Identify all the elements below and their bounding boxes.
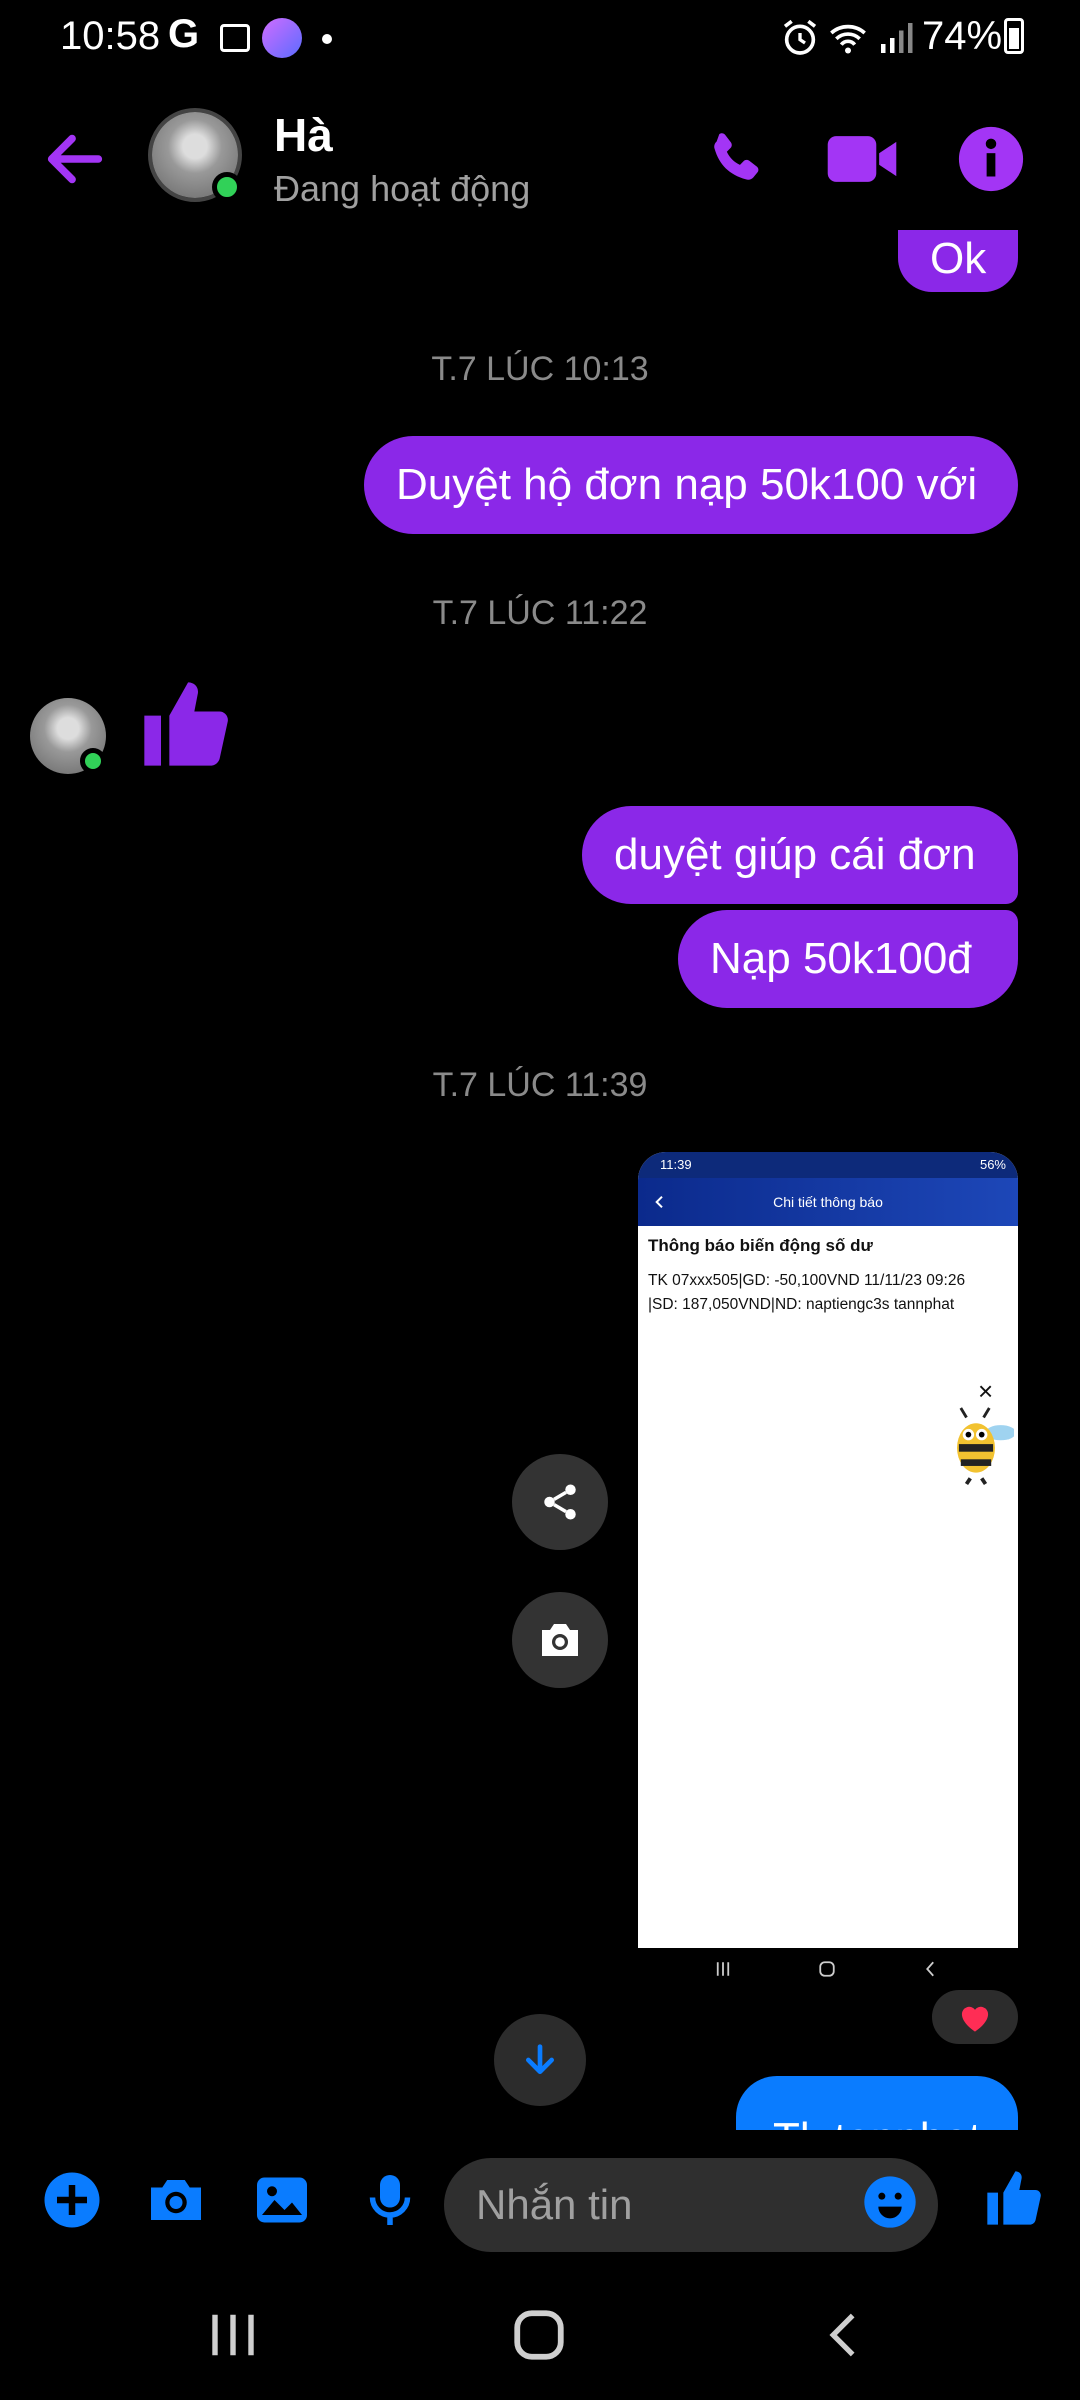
message-text: duyệt giúp cái đơn [614,830,976,879]
gallery-notification-icon [220,24,250,52]
home-icon[interactable] [510,2306,568,2364]
message-text: Nạp 50k100đ [710,934,972,983]
wifi-icon [830,24,866,54]
share-button[interactable] [512,1454,608,1550]
battery-icon [1004,18,1024,54]
status-time: 10:58 [60,14,161,58]
message-bubble-sent[interactable]: duyệt giúp cái đơn [582,806,1018,904]
message-bubble-sent[interactable]: Ok [898,230,1018,292]
back-icon [926,1961,934,1977]
status-bar: 10:58 G 74% [0,0,1080,80]
message-bubble-sent[interactable]: Duyệt hộ đơn nạp 50k100 với [364,436,1018,534]
notification-line: TK 07xxx505|GD: -50,100VND 11/11/23 09:2… [648,1272,966,1289]
timestamp: T.7 LÚC 11:22 [432,594,648,632]
contact-name[interactable]: Hà [274,108,333,162]
contact-status: Đang hoạt động [274,168,531,209]
image-attachment[interactable]: 11:39 56% Chi tiết thông báo Thông báo b… [638,1152,1018,1948]
battery-percent: 74% [922,14,1003,58]
screenshot-time: 11:39 [660,1157,692,1172]
phone-icon[interactable] [700,124,770,194]
message-composer [0,2130,1080,2260]
alarm-icon [783,19,817,55]
timestamp: T.7 LÚC 11:39 [432,1066,648,1104]
camera-icon[interactable] [146,2170,206,2230]
screenshot-nav-bar [638,1948,1018,1990]
back-icon[interactable] [818,2308,870,2362]
video-camera-icon[interactable] [822,124,902,194]
arrow-down-icon [526,2044,554,2074]
home-icon [819,1961,835,1977]
screenshot-header: Chi tiết thông báo [638,1178,1018,1226]
signal-icon [881,23,913,53]
app-notification-icon [262,18,302,58]
message-text: Ok [930,234,987,283]
scroll-to-bottom-button[interactable] [494,2014,586,2106]
timestamp: T.7 LÚC 10:13 [431,350,649,388]
google-notification-icon: G [168,12,200,56]
more-notifications-icon [322,34,332,44]
chat-header: Hà Đang hoạt động [0,80,1080,230]
microphone-icon[interactable] [360,2170,420,2230]
bee-mascot-icon [957,1407,1014,1486]
online-indicator [212,172,242,202]
camera-button[interactable] [512,1592,608,1688]
system-nav-bar [0,2260,1080,2400]
screenshot-body: Thông báo biến động số dư TK 07xxx505|GD… [638,1226,1018,1948]
screenshot-battery: 56% [979,1157,1006,1172]
camera-icon [542,1624,578,1656]
plus-icon[interactable] [42,2170,102,2230]
heart-icon [961,2006,989,2032]
screenshot-header-title: Chi tiết thông báo [773,1194,883,1210]
notification-title: Thông báo biến động số dư [648,1236,873,1255]
emoji-icon[interactable] [862,2174,918,2230]
info-icon[interactable] [956,124,1026,194]
message-text: Duyệt hộ đơn nạp 50k100 với [396,460,978,509]
message-bubble-sent[interactable]: Nạp 50k100đ [678,910,1018,1008]
thumbs-up-icon[interactable] [136,672,236,776]
recents-icon[interactable] [206,2308,260,2362]
reaction-badge[interactable] [932,1990,1018,2044]
screenshot-status-bar: 11:39 56% [638,1152,1018,1178]
back-arrow-icon[interactable] [40,124,110,194]
gallery-icon[interactable] [252,2170,312,2230]
online-indicator [80,748,106,774]
recents-icon [716,1962,730,1976]
share-icon [544,1484,576,1520]
thumbs-up-icon[interactable] [982,2166,1046,2230]
notification-line: |SD: 187,050VND|ND: naptiengc3s tannphat [648,1296,955,1313]
close-icon: × [978,1376,994,1406]
